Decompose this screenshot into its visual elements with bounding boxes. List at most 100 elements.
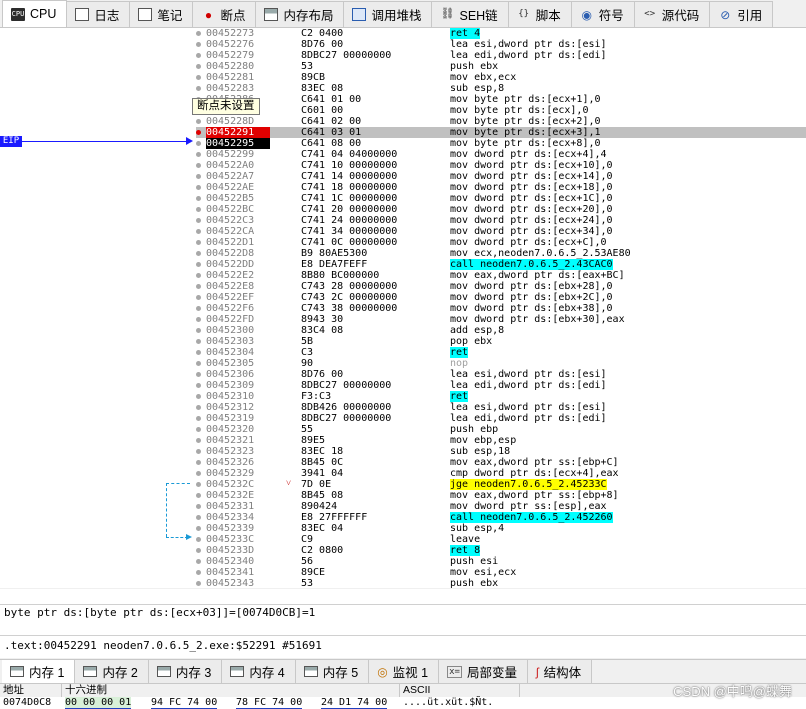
disasm-row[interactable]: 00452291 C641 03 01 mov byte ptr ds:[ecx+3…	[196, 127, 806, 138]
breakpoint-toggle-icon[interactable]	[196, 515, 201, 520]
breakpoint-toggle-icon[interactable]	[196, 350, 201, 355]
breakpoint-toggle-icon[interactable]	[196, 218, 201, 223]
disasm-row[interactable]: 00452300 83C4 08 add esp,8	[196, 325, 806, 336]
breakpoint-toggle-icon[interactable]	[196, 460, 201, 465]
breakpoint-toggle-icon[interactable]	[196, 196, 201, 201]
disasm-row[interactable]: 004522EF C743 2C 00000000 mov dword ptr ds…	[196, 292, 806, 303]
tab-struct[interactable]: ʃ 结构体	[527, 660, 593, 683]
disasm-row[interactable]: 00452283 83EC 08 sub esp,8	[196, 83, 806, 94]
breakpoint-toggle-icon[interactable]	[196, 416, 201, 421]
disasm-row[interactable]: 004522DD E8 DEA7FEFF call neoden7.0.6.5_2.…	[196, 259, 806, 270]
disasm-row[interactable]: 00452286C641 01 00mov byte ptr ds:[ecx+1…	[196, 94, 806, 105]
breakpoint-toggle-icon[interactable]	[196, 405, 201, 410]
breakpoint-toggle-icon[interactable]	[196, 361, 201, 366]
tab-cpu[interactable]: CPU CPU	[2, 0, 68, 27]
tab-memory-3[interactable]: 内存 3	[148, 660, 223, 683]
disasm-row[interactable]: 00452320 55 push ebp	[196, 424, 806, 435]
breakpoint-toggle-icon[interactable]	[196, 141, 201, 146]
dump-header-address[interactable]: 地址	[0, 684, 62, 698]
breakpoint-toggle-icon[interactable]	[196, 537, 201, 542]
breakpoint-toggle-icon[interactable]	[196, 185, 201, 190]
breakpoint-toggle-icon[interactable]	[196, 86, 201, 91]
breakpoint-toggle-icon[interactable]	[196, 75, 201, 80]
disasm-row[interactable]: 004522BC C741 20 00000000 mov dword ptr ds…	[196, 204, 806, 215]
tab-locals[interactable]: x= 局部变量	[439, 660, 528, 683]
breakpoint-toggle-icon[interactable]	[196, 64, 201, 69]
breakpoint-toggle-icon[interactable]	[196, 306, 201, 311]
disasm-row[interactable]: 00452309 8DBC27 00000000 lea edi,dword ptr…	[196, 380, 806, 391]
breakpoint-toggle-icon[interactable]	[196, 449, 201, 454]
disasm-row[interactable]: 00452306 8D76 00 lea esi,dword ptr ds:[esi…	[196, 369, 806, 380]
tab-memory-map[interactable]: 内存布局	[255, 1, 345, 27]
disasm-row[interactable]: 00452343 53 push ebx	[196, 578, 806, 588]
tab-breakpoints[interactable]: ● 断点	[192, 1, 257, 27]
tab-symbols[interactable]: ◉ 符号	[570, 1, 635, 27]
tab-seh-chain[interactable]: ⛓ SEH链	[431, 1, 509, 27]
breakpoint-toggle-icon[interactable]	[196, 438, 201, 443]
tab-memory-4[interactable]: 内存 4	[222, 660, 296, 683]
disasm-row[interactable]: 00452326 8B45 0C mov eax,dword ptr ss:[ebp…	[196, 457, 806, 468]
disasm-row[interactable]: 00452340 56 push esi	[196, 556, 806, 567]
disassembly-pane[interactable]: EIP 断点未设置 00452273 C2 0400 ret 4 00452276 8D…	[0, 28, 806, 588]
disasm-row[interactable]: 004522C3 C741 24 00000000 mov dword ptr ds…	[196, 215, 806, 226]
breakpoint-toggle-icon[interactable]	[196, 273, 201, 278]
dump-header-hex[interactable]: 十六进制	[62, 684, 400, 698]
disasm-row[interactable]: 004522E8 C743 28 00000000 mov dword ptr ds…	[196, 281, 806, 292]
breakpoint-toggle-icon[interactable]	[196, 53, 201, 58]
breakpoint-toggle-icon[interactable]	[196, 207, 201, 212]
disasm-row[interactable]: 00452331 890424 mov dword ptr ss:[esp],eax	[196, 501, 806, 512]
disasm-row[interactable]: 0045228AC601 00mov byte ptr ds:[ecx],0	[196, 105, 806, 116]
breakpoint-toggle-icon[interactable]	[196, 262, 201, 267]
disasm-row[interactable]: 004522F6 C743 38 00000000 mov dword ptr ds…	[196, 303, 806, 314]
tab-notes[interactable]: 笔记	[129, 1, 194, 27]
disasm-row[interactable]: 00452312 8DB426 00000000 lea esi,dword ptr…	[196, 402, 806, 413]
breakpoint-toggle-icon[interactable]	[196, 339, 201, 344]
breakpoint-toggle-icon[interactable]	[196, 119, 201, 124]
disasm-row[interactable]: 004522D8 B9 80AE5300 mov ecx,neoden7.0.6.5…	[196, 248, 806, 259]
breakpoint-toggle-icon[interactable]	[196, 317, 201, 322]
breakpoint-toggle-icon[interactable]	[196, 570, 201, 575]
breakpoint-toggle-icon[interactable]	[196, 163, 201, 168]
disasm-row[interactable]: 00452323 83EC 18 sub esp,18	[196, 446, 806, 457]
disasm-row[interactable]: 00452303 5B pop ebx	[196, 336, 806, 347]
breakpoint-toggle-icon[interactable]	[196, 526, 201, 531]
tab-log[interactable]: 日志	[66, 1, 131, 27]
disasm-row[interactable]: 00452341 89CE mov esi,ecx	[196, 567, 806, 578]
tab-memory-2[interactable]: 内存 2	[75, 660, 149, 683]
breakpoint-toggle-icon[interactable]	[196, 394, 201, 399]
disasm-row[interactable]: 00452334 E8 27FFFFFF call neoden7.0.6.5_2.…	[196, 512, 806, 523]
breakpoint-toggle-icon[interactable]	[196, 504, 201, 509]
disasm-row[interactable]: 004522E2 8B80 BC000000 mov eax,dword ptr d…	[196, 270, 806, 281]
disasm-row[interactable]: 00452321 89E5 mov ebp,esp	[196, 435, 806, 446]
breakpoint-toggle-icon[interactable]	[196, 251, 201, 256]
tab-memory-5[interactable]: 内存 5	[295, 660, 370, 683]
disasm-row[interactable]: 004522B5 C741 1C 00000000 mov dword ptr ds…	[196, 193, 806, 204]
disasm-row[interactable]: 00452273 C2 0400 ret 4	[196, 28, 806, 39]
tab-references[interactable]: ⊘ 引用	[709, 1, 774, 27]
disasm-row[interactable]: 00452310 F3:C3 ret	[196, 391, 806, 402]
breakpoint-toggle-icon[interactable]	[196, 240, 201, 245]
breakpoint-toggle-icon[interactable]	[196, 548, 201, 553]
breakpoint-dot-icon[interactable]	[196, 130, 201, 135]
disasm-row[interactable]: 00452339 83EC 04 sub esp,4	[196, 523, 806, 534]
breakpoint-toggle-icon[interactable]	[196, 174, 201, 179]
disasm-row[interactable]: 0045233C C9 leave	[196, 534, 806, 545]
breakpoint-toggle-icon[interactable]	[196, 493, 201, 498]
breakpoint-toggle-icon[interactable]	[196, 229, 201, 234]
disasm-row[interactable]: 00452305 90 nop	[196, 358, 806, 369]
tab-memory-1[interactable]: 内存 1	[2, 660, 76, 683]
breakpoint-toggle-icon[interactable]	[196, 427, 201, 432]
breakpoint-toggle-icon[interactable]	[196, 581, 201, 586]
disasm-row[interactable]: 00452280 53 push ebx	[196, 61, 806, 72]
breakpoint-toggle-icon[interactable]	[196, 42, 201, 47]
disasm-row[interactable]: 004522FD 8943 30 mov dword ptr ds:[ebx+30]…	[196, 314, 806, 325]
disasm-row[interactable]: 00452281 89CB mov ebx,ecx	[196, 72, 806, 83]
disasm-row[interactable]: 00452279 8DBC27 00000000 lea edi,dword ptr…	[196, 50, 806, 61]
breakpoint-toggle-icon[interactable]	[196, 471, 201, 476]
disasm-row[interactable]: 00452329 3941 04 cmp dword ptr ds:[ecx+4],…	[196, 468, 806, 479]
disasm-row[interactable]: 004522A0 C741 10 00000000 mov dword ptr ds…	[196, 160, 806, 171]
tab-script[interactable]: {} 脚本	[507, 1, 572, 27]
breakpoint-toggle-icon[interactable]	[196, 152, 201, 157]
breakpoint-toggle-icon[interactable]	[196, 383, 201, 388]
breakpoint-toggle-icon[interactable]	[196, 372, 201, 377]
